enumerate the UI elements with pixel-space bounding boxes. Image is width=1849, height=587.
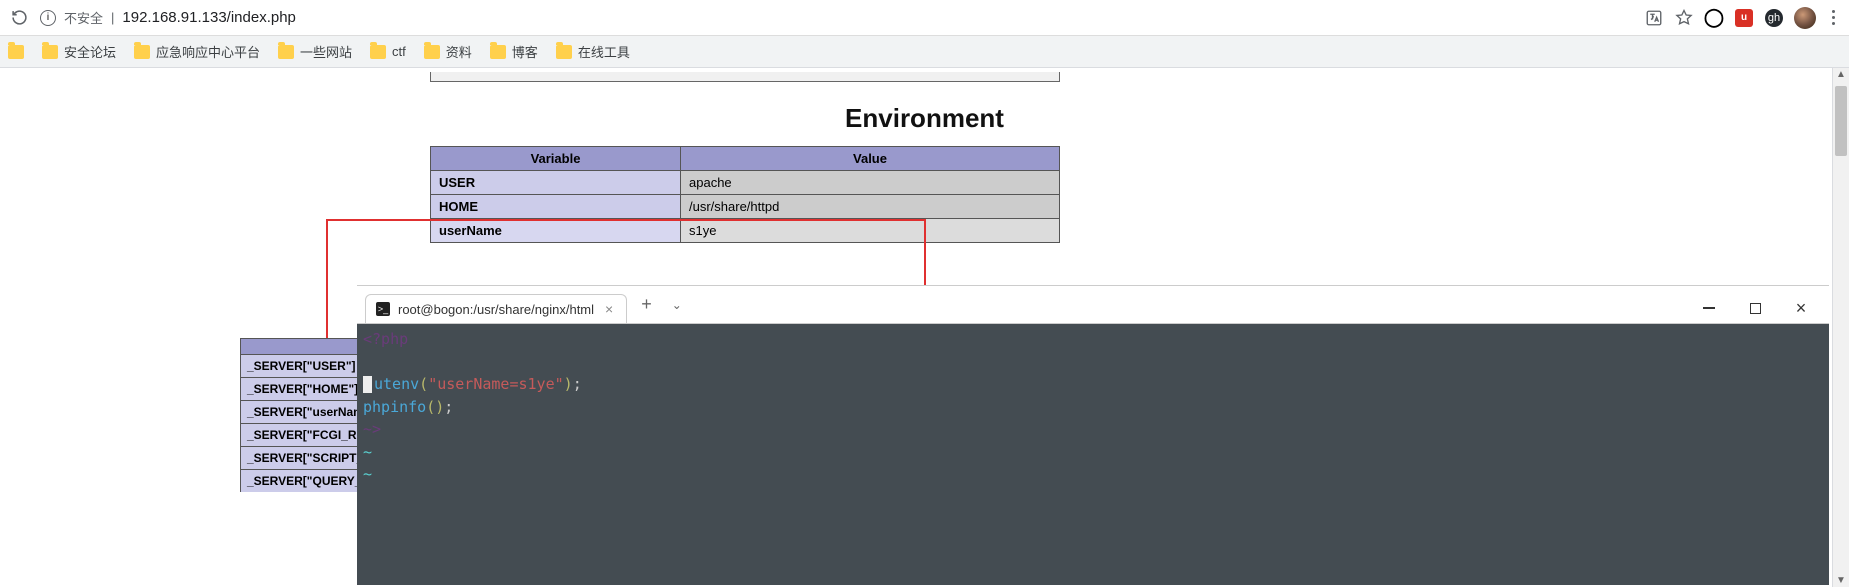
- bookmark-item[interactable]: 资料: [424, 42, 472, 61]
- folder-icon: [490, 45, 506, 59]
- browser-address-bar: i 不安全 | 192.168.91.133/index.php ◯ u gh: [0, 0, 1849, 36]
- new-tab-icon[interactable]: +: [633, 294, 660, 315]
- insecure-label: 不安全: [64, 8, 103, 27]
- page-body: Environment Variable Value USER apache H…: [0, 68, 1849, 587]
- environment-heading: Environment: [0, 103, 1849, 134]
- scrollbar-thumb[interactable]: [1835, 86, 1847, 156]
- vertical-scrollbar[interactable]: ▲ ▼: [1832, 68, 1849, 587]
- bookmark-item[interactable]: 在线工具: [556, 42, 630, 61]
- table-row: USER apache: [431, 171, 1060, 195]
- column-header-variable: Variable: [431, 147, 681, 171]
- folder-icon: [42, 45, 58, 59]
- tab-dropdown-icon[interactable]: ⌄: [666, 298, 688, 312]
- table-row: HOME /usr/share/httpd: [431, 195, 1060, 219]
- terminal-icon: >_: [376, 302, 390, 316]
- folder-icon: [278, 45, 294, 59]
- folder-icon: [8, 45, 24, 59]
- terminal-tab[interactable]: >_ root@bogon:/usr/share/nginx/html ×: [365, 294, 627, 323]
- terminal-body[interactable]: <?php utenv("userName=s1ye"); phpinfo();…: [357, 324, 1829, 585]
- table-row-highlighted: userName s1ye: [431, 219, 1060, 243]
- folder-icon: [556, 45, 572, 59]
- scroll-down-icon[interactable]: ▼: [1833, 575, 1849, 586]
- environment-table: Variable Value USER apache HOME /usr/sha…: [430, 146, 1060, 243]
- close-tab-icon[interactable]: ×: [602, 301, 616, 317]
- terminal-window: >_ root@bogon:/usr/share/nginx/html × + …: [357, 285, 1829, 585]
- bookmark-item[interactable]: 应急响应中心平台: [134, 42, 260, 61]
- bookmark-item[interactable]: 一些网站: [278, 42, 352, 61]
- bookmarks-bar: 安全论坛 应急响应中心平台 一些网站 ctf 资料 博客 在线工具: [0, 36, 1849, 68]
- bookmark-item[interactable]: 博客: [490, 42, 538, 61]
- terminal-cursor: [363, 376, 372, 393]
- bookmark-item[interactable]: [8, 45, 24, 59]
- reload-icon[interactable]: [8, 7, 30, 29]
- scroll-up-icon[interactable]: ▲: [1833, 69, 1849, 80]
- extension-github-icon[interactable]: gh: [1764, 8, 1784, 28]
- profile-avatar[interactable]: [1794, 7, 1816, 29]
- extension-ring-icon[interactable]: ◯: [1704, 8, 1724, 28]
- extension-ublock-icon[interactable]: u: [1734, 8, 1754, 28]
- terminal-tab-bar: >_ root@bogon:/usr/share/nginx/html × + …: [357, 286, 1829, 324]
- window-close-icon[interactable]: ×: [1781, 293, 1821, 323]
- info-icon[interactable]: i: [40, 10, 56, 26]
- column-header-value: Value: [681, 147, 1060, 171]
- url-text: 192.168.91.133/index.php: [122, 9, 296, 26]
- window-maximize-icon[interactable]: [1735, 293, 1775, 323]
- window-minimize-icon[interactable]: [1689, 293, 1729, 323]
- url-box[interactable]: i 不安全 | 192.168.91.133/index.php: [40, 8, 840, 27]
- bookmark-item[interactable]: 安全论坛: [42, 42, 116, 61]
- folder-icon: [424, 45, 440, 59]
- folder-icon: [134, 45, 150, 59]
- table-fragment: [430, 72, 1060, 82]
- browser-menu-icon[interactable]: [1826, 10, 1841, 25]
- terminal-tab-title: root@bogon:/usr/share/nginx/html: [398, 302, 594, 317]
- star-icon[interactable]: [1674, 8, 1694, 28]
- folder-icon: [370, 45, 386, 59]
- bookmark-item[interactable]: ctf: [370, 44, 406, 59]
- translate-icon[interactable]: [1644, 8, 1664, 28]
